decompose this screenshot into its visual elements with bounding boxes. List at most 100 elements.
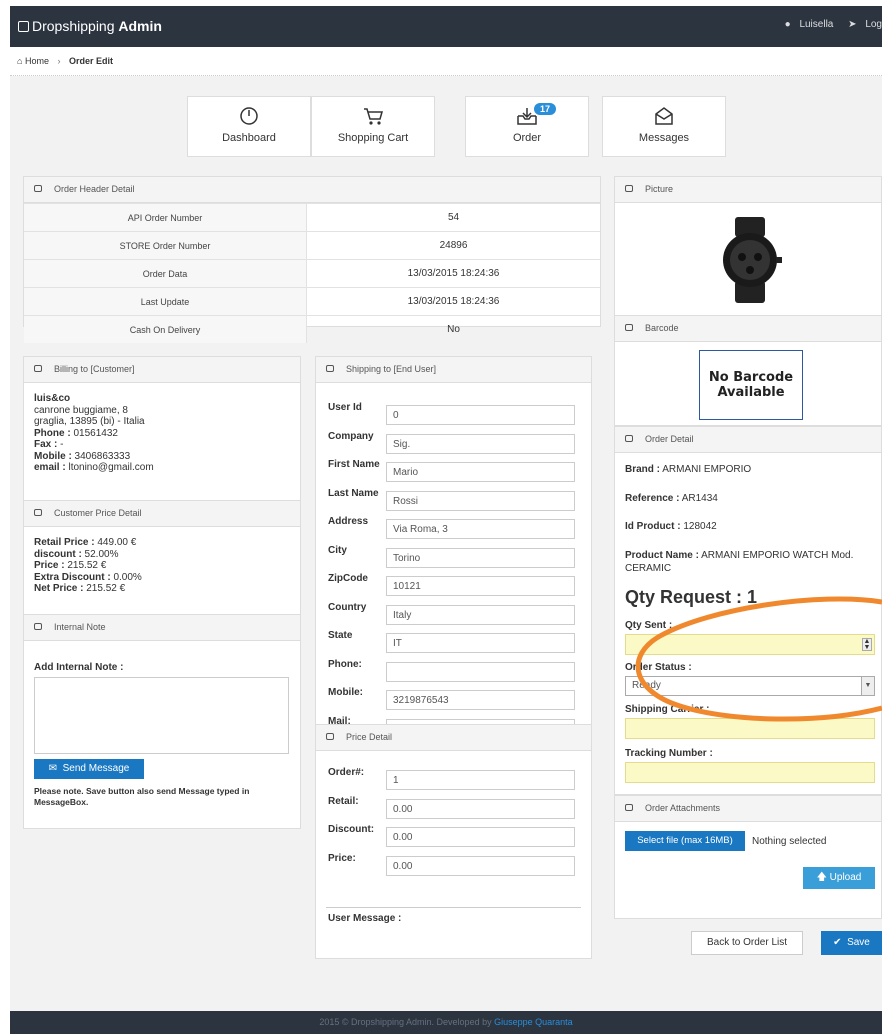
field-label: Company bbox=[328, 430, 374, 442]
top-navbar: Dropshipping Admin ● Luisella ➤ Log bbox=[10, 6, 882, 47]
footer-author-link[interactable]: Giuseppe Quaranta bbox=[494, 1017, 573, 1027]
tile-shopping-cart[interactable]: Shopping Cart bbox=[311, 96, 435, 157]
product-name-line: Product Name : ARMANI EMPORIO WATCH Mod.… bbox=[625, 549, 875, 575]
arrow-icon: ➤ bbox=[848, 19, 857, 30]
panel-title: Barcode bbox=[645, 323, 679, 333]
field-input[interactable]: Rossi bbox=[386, 490, 575, 511]
panel-heading: Order Attachments bbox=[615, 796, 881, 822]
field-label: Price: bbox=[328, 852, 356, 864]
field-input[interactable]: 3219876543 bbox=[386, 690, 575, 710]
product-name-label: Product Name : bbox=[625, 550, 699, 561]
tracking-number-label: Tracking Number : bbox=[625, 748, 713, 759]
panel-title: Internal Note bbox=[54, 622, 106, 632]
table-row: Last Update 13/03/2015 18:24:36 bbox=[24, 287, 600, 316]
logout-link[interactable]: ➤ Log bbox=[842, 19, 882, 30]
field-input[interactable]: 1 bbox=[386, 770, 575, 790]
tile-messages[interactable]: Messages bbox=[602, 96, 726, 157]
table-row: Cash On Delivery No bbox=[24, 315, 600, 343]
divider bbox=[326, 907, 581, 908]
tile-label: Shopping Cart bbox=[337, 132, 409, 144]
customer-name: luis&co bbox=[34, 393, 71, 404]
field-label: City bbox=[328, 544, 347, 556]
brand-label: Brand : bbox=[625, 464, 660, 475]
order-count-badge: 17 bbox=[534, 103, 557, 115]
net-price-value: 215.52 € bbox=[83, 583, 126, 594]
tile-dashboard[interactable]: Dashboard bbox=[187, 96, 311, 157]
user-link[interactable]: ● Luisella bbox=[779, 19, 834, 30]
field-input[interactable]: 0.00 bbox=[386, 855, 575, 876]
field-input[interactable]: Via Roma, 3 bbox=[386, 519, 575, 539]
price-value: 215.52 € bbox=[64, 560, 107, 571]
breadcrumb-current: Order Edit bbox=[69, 56, 114, 66]
breadcrumb: ⌂ Home › Order Edit bbox=[17, 56, 113, 66]
send-message-button[interactable]: ✉ Send Message bbox=[34, 759, 144, 779]
select-file-button[interactable]: Select file (max 16MB) bbox=[625, 831, 745, 851]
breadcrumb-bar: ⌂ Home › Order Edit bbox=[10, 47, 882, 76]
order-header-panel: Order Header Detail API Order Number 54 S… bbox=[23, 176, 601, 343]
extra-discount-value: 0.00% bbox=[110, 571, 142, 583]
envelope-icon: ✉ bbox=[48, 763, 58, 774]
breadcrumb-home[interactable]: Home bbox=[25, 56, 49, 66]
brand-value: ARMANI EMPORIO bbox=[660, 464, 752, 475]
save-button[interactable]: ✔ Save bbox=[821, 931, 882, 955]
back-to-order-list-button[interactable]: Back to Order List bbox=[691, 931, 803, 955]
field-input[interactable]: IT bbox=[386, 633, 575, 653]
panel-heading: Barcode bbox=[615, 316, 881, 342]
billing-address: luis&co canrone buggiame, 8 graglia, 138… bbox=[24, 383, 300, 484]
tracking-number-input[interactable] bbox=[625, 762, 875, 783]
barcode-panel: Barcode No Barcode Available bbox=[614, 315, 882, 426]
table-row: API Order Number 54 bbox=[24, 203, 600, 232]
attachments-panel: Order Attachments Select file (max 16MB)… bbox=[614, 795, 882, 919]
field-label: Discount: bbox=[328, 824, 375, 835]
row-label: Cash On Delivery bbox=[24, 315, 307, 343]
tile-label: Dashboard bbox=[222, 132, 276, 144]
shipping-panel: Shipping to [End User] User Id 0 Company Si… bbox=[315, 356, 592, 959]
panel-icon bbox=[34, 365, 42, 372]
brand-logo[interactable]: Dropshipping Admin bbox=[18, 18, 162, 34]
field-input[interactable]: Torino bbox=[386, 547, 575, 568]
discount-label: discount : bbox=[34, 548, 82, 560]
field-input[interactable]: Sig. bbox=[386, 433, 575, 454]
panel-title: Order Attachments bbox=[645, 803, 721, 813]
field-label: State bbox=[328, 630, 353, 641]
field-label: Phone: bbox=[328, 658, 362, 670]
panel-icon bbox=[625, 185, 633, 192]
panel-title: Price Detail bbox=[346, 732, 393, 742]
panel-heading: Shipping to [End User] bbox=[316, 357, 591, 383]
home-icon: ⌂ bbox=[17, 56, 23, 66]
tile-label: Order bbox=[512, 132, 542, 144]
field-input[interactable]: Mario bbox=[386, 462, 575, 482]
panel-icon bbox=[625, 324, 633, 331]
internal-note-textarea[interactable] bbox=[34, 677, 289, 754]
internal-note-label: Add Internal Note : bbox=[34, 662, 124, 673]
id-product-value: 128042 bbox=[680, 521, 717, 532]
envelope-icon bbox=[603, 106, 725, 128]
tile-order[interactable]: 17 Order bbox=[465, 96, 589, 157]
fax-value: - bbox=[57, 439, 64, 450]
email-label: email : bbox=[34, 462, 66, 473]
field-input[interactable]: 0.00 bbox=[386, 798, 575, 819]
retail-price-value: 449.00 € bbox=[94, 537, 137, 548]
highlight-annotation bbox=[635, 596, 882, 722]
upload-label: Upload bbox=[829, 872, 862, 883]
row-label: API Order Number bbox=[24, 203, 307, 232]
reference-line: Reference : AR1434 bbox=[625, 493, 718, 504]
row-value: 13/03/2015 18:24:36 bbox=[306, 259, 600, 288]
tile-label: Messages bbox=[638, 132, 690, 144]
field-input[interactable]: 0.00 bbox=[386, 827, 575, 847]
send-message-label: Send Message bbox=[62, 763, 130, 774]
field-input[interactable]: Italy bbox=[386, 604, 575, 625]
row-label: Last Update bbox=[24, 287, 307, 316]
billing-panel: Billing to [Customer] luis&co canrone bu… bbox=[23, 356, 301, 829]
upload-button[interactable]: 🡅 Upload bbox=[803, 867, 875, 889]
net-price-label: Net Price : bbox=[34, 583, 84, 594]
address-line-1: canrone buggiame, 8 bbox=[34, 404, 128, 416]
user-menu: ● Luisella ➤ Log bbox=[773, 19, 882, 30]
panel-icon bbox=[326, 365, 334, 372]
row-value: 54 bbox=[306, 203, 600, 232]
id-product-line: Id Product : 128042 bbox=[625, 521, 717, 532]
field-input[interactable]: 0 bbox=[386, 405, 575, 425]
field-input[interactable]: 10121 bbox=[386, 576, 575, 596]
customer-price-section: Customer Price Detail Retail Price : 449… bbox=[24, 500, 300, 605]
field-input[interactable] bbox=[386, 661, 575, 682]
